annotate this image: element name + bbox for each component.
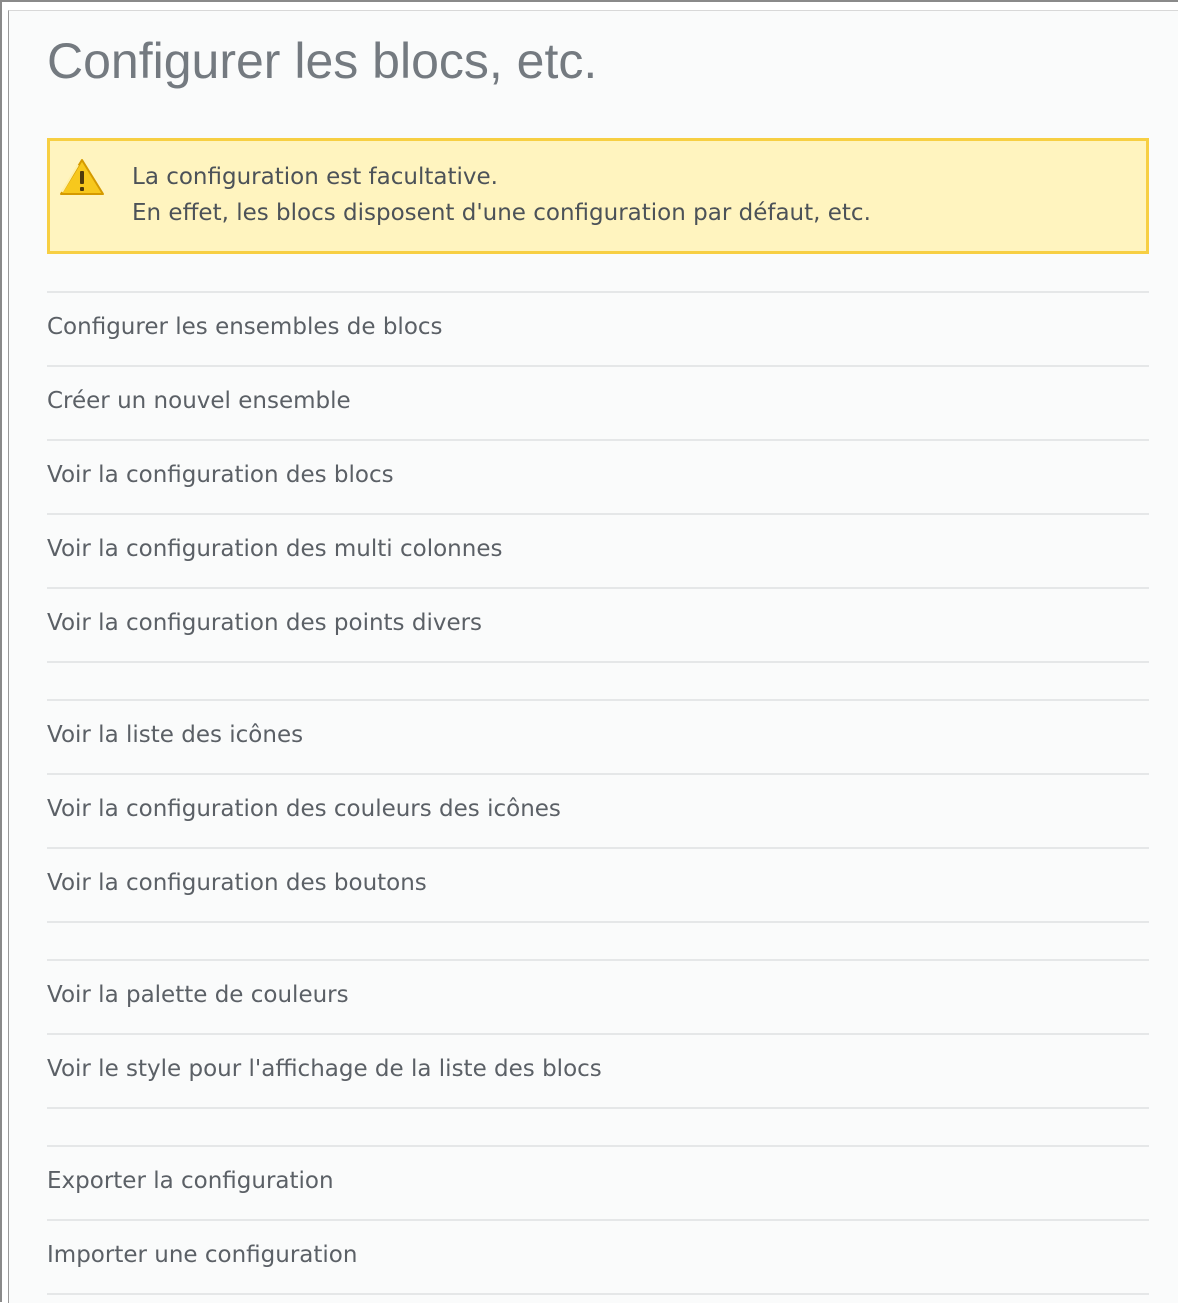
menu-divider [47,661,1149,663]
warning-text-line-2: En effet, les blocs disposent d'une conf… [132,200,871,226]
import-configuration-link[interactable]: Importer une configuration [47,1240,357,1270]
warning-message: La configuration est facultative. En eff… [47,138,1149,254]
configure-block-sets-link[interactable]: Configurer les ensembles de blocs [47,312,443,342]
group-divider [47,1145,1149,1147]
menu-divider [47,1033,1149,1035]
view-various-points-configuration-link[interactable]: Voir la configuration des points divers [47,608,482,638]
menu-divider [47,1219,1149,1221]
warning-triangle-icon [60,159,104,195]
group-divider [47,699,1149,701]
warning-text-line-1: La configuration est facultative. [132,164,498,190]
menu-divider [47,847,1149,849]
menu-divider [47,773,1149,775]
menu-divider [47,1293,1149,1295]
export-configuration-link[interactable]: Exporter la configuration [47,1166,334,1196]
menu-divider [47,921,1149,923]
view-multi-columns-configuration-link[interactable]: Voir la configuration des multi colonnes [47,534,502,564]
view-color-palette-link[interactable]: Voir la palette de couleurs [47,980,349,1010]
view-block-list-display-style-link[interactable]: Voir le style pour l'affichage de la lis… [47,1054,602,1084]
view-buttons-configuration-link[interactable]: Voir la configuration des boutons [47,868,427,898]
menu-divider [47,1107,1149,1109]
menu-divider [47,513,1149,515]
menu-divider [47,365,1149,367]
create-new-set-link[interactable]: Créer un nouvel ensemble [47,386,351,416]
menu-divider [47,439,1149,441]
group-divider [47,959,1149,961]
page-title: Configurer les blocs, etc. [47,33,598,89]
menu-divider [47,291,1149,293]
view-icon-colors-configuration-link[interactable]: Voir la configuration des couleurs des i… [47,794,561,824]
view-blocks-configuration-link[interactable]: Voir la configuration des blocs [47,460,394,490]
view-icons-list-link[interactable]: Voir la liste des icônes [47,720,303,750]
menu-divider [47,587,1149,589]
